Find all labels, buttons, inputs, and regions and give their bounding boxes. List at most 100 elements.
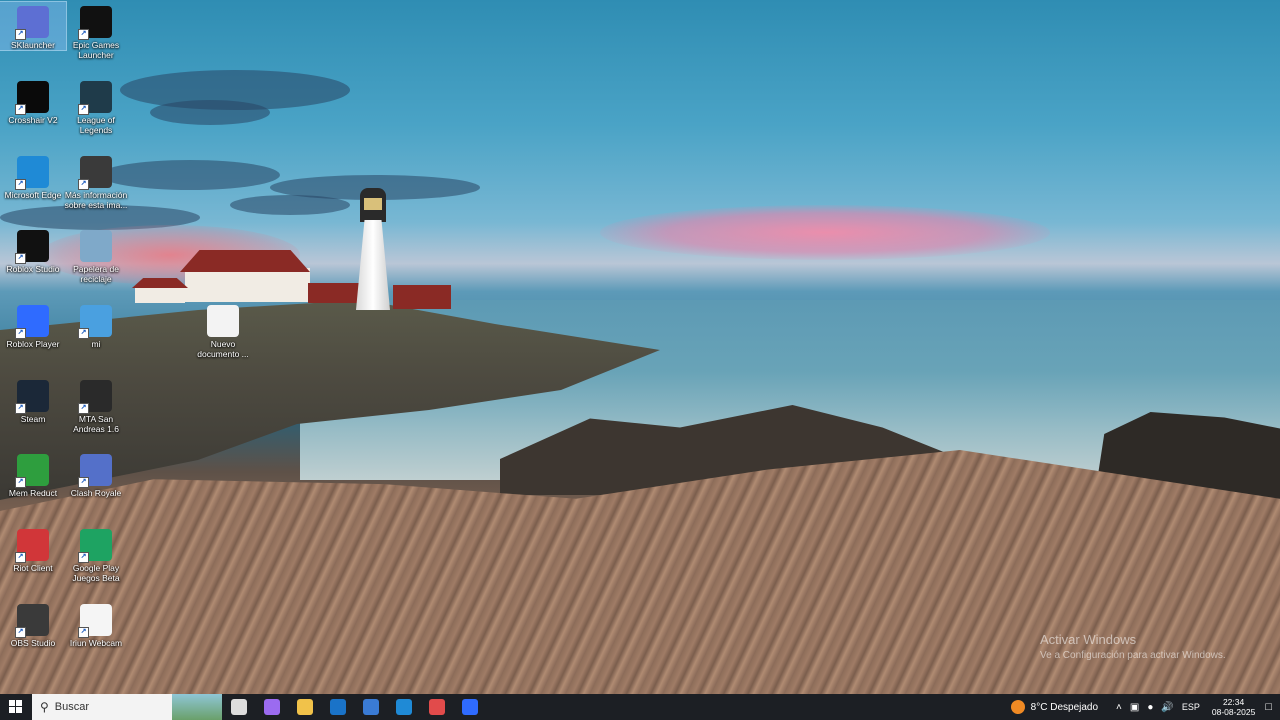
desktop-icon-edge[interactable]: ↗ Microsoft Edge <box>0 152 66 200</box>
mem-reduct-icon: ↗ <box>15 454 49 488</box>
desktop-icon-label: OBS Studio <box>10 638 56 648</box>
language-indicator[interactable]: ESP <box>1182 702 1200 712</box>
clock[interactable]: 22:34 08-08-2025 <box>1212 697 1255 717</box>
shortcut-arrow-icon: ↗ <box>78 477 89 488</box>
search-highlight-image <box>172 694 222 720</box>
shortcut-arrow-icon: ↗ <box>15 328 26 339</box>
network-icon[interactable]: ▣ <box>1130 702 1139 713</box>
taskbar-pinned-apps <box>222 694 486 720</box>
desktop-icon-label: Clash Royale <box>70 488 122 498</box>
desktop-icon-obs-studio[interactable]: ↗ OBS Studio <box>0 600 66 648</box>
desktop-icon-label: Crosshair V2 <box>8 115 58 125</box>
shortcut-arrow-icon: ↗ <box>15 403 26 414</box>
taskbar-copilot-button[interactable] <box>255 694 288 720</box>
weather-text[interactable]: 8°C Despejado <box>1031 702 1098 713</box>
desktop-icon-label: Roblox Player <box>6 339 60 349</box>
desktop-icon-steam[interactable]: ↗ Steam <box>0 376 66 424</box>
shortcut-arrow-icon: ↗ <box>78 29 89 40</box>
activation-watermark: Activar Windows Ve a Configuración para … <box>1040 632 1226 661</box>
desktop-icon-info[interactable]: ↗ Más información sobre esta ima... <box>63 152 129 210</box>
outlook-icon <box>329 699 346 715</box>
windows-icon <box>9 700 22 713</box>
desktop-icon-label: Riot Client <box>13 563 53 573</box>
taskbar: ⚲ Buscar 8°C Despejado ˄ ▣ ● 🔊 ESP 22:34… <box>0 694 1280 720</box>
shortcut-arrow-icon: ↗ <box>15 104 26 115</box>
taskbar-search-box[interactable]: ⚲ Buscar <box>32 694 222 720</box>
microsoft-store-icon <box>362 699 379 715</box>
desktop-icon-roblox-studio[interactable]: ↗ Roblox Studio <box>0 226 66 274</box>
desktop-icon-label: Mem Reduct <box>8 488 58 498</box>
desktop-icon-label: Iriun Webcam <box>69 638 123 648</box>
taskbar-task-view-button[interactable] <box>222 694 255 720</box>
shortcut-arrow-icon: ↗ <box>78 552 89 563</box>
desktop-icon-google-play-games[interactable]: ↗ Google Play Juegos Beta <box>63 525 129 583</box>
shortcut-arrow-icon: ↗ <box>15 29 26 40</box>
info-icon: ↗ <box>78 156 112 190</box>
system-tray: 8°C Despejado ˄ ▣ ● 🔊 ESP 22:34 08-08-20… <box>1010 694 1280 720</box>
notifications-icon[interactable]: □ <box>1265 701 1272 713</box>
mta-icon: ↗ <box>78 380 112 414</box>
desktop-icon-label: Microsoft Edge <box>4 190 62 200</box>
taskbar-edge-button[interactable] <box>387 694 420 720</box>
desktop-icon-league-of-legends[interactable]: ↗ League of Legends <box>63 77 129 135</box>
roblox-player-icon: ↗ <box>15 305 49 339</box>
roblox-icon <box>461 699 478 715</box>
epic-games-icon: ↗ <box>78 6 112 40</box>
edge-icon: ↗ <box>15 156 49 190</box>
shortcut-arrow-icon: ↗ <box>15 627 26 638</box>
shortcut-arrow-icon: ↗ <box>15 552 26 563</box>
desktop-icon-mta[interactable]: ↗ MTA San Andreas 1.6 <box>63 376 129 434</box>
start-button[interactable] <box>0 694 32 720</box>
desktop-icon-mi[interactable]: ↗ mi <box>63 301 129 349</box>
taskbar-outlook-button[interactable] <box>321 694 354 720</box>
weather-icon[interactable] <box>1010 700 1025 714</box>
desktop-icon-label: Epic Games Launcher <box>72 40 120 60</box>
watermark-title: Activar Windows <box>1040 632 1137 647</box>
shortcut-arrow-icon: ↗ <box>78 179 89 190</box>
desktop-icon-sklauncher[interactable]: ↗ SKlauncher <box>0 1 67 51</box>
google-play-games-icon: ↗ <box>78 529 112 563</box>
taskbar-file-explorer-button[interactable] <box>288 694 321 720</box>
roblox-studio-icon: ↗ <box>15 230 49 264</box>
desktop-icon-label: Nuevo documento ... <box>197 339 249 359</box>
desktop-icon-clash-royale[interactable]: ↗ Clash Royale <box>63 450 129 498</box>
desktop-icon-label: MTA San Andreas 1.6 <box>73 414 119 434</box>
taskbar-microsoft-store-button[interactable] <box>354 694 387 720</box>
mi-icon: ↗ <box>78 305 112 339</box>
shortcut-arrow-icon: ↗ <box>15 253 26 264</box>
desktop-icon-mem-reduct[interactable]: ↗ Mem Reduct <box>0 450 66 498</box>
desktop-icon-iriun-webcam[interactable]: ↗ Iriun Webcam <box>63 600 129 648</box>
desktop-icon-riot-client[interactable]: ↗ Riot Client <box>0 525 66 573</box>
shortcut-arrow-icon: ↗ <box>78 403 89 414</box>
clash-royale-icon: ↗ <box>78 454 112 488</box>
obs-studio-icon: ↗ <box>15 604 49 638</box>
shortcut-arrow-icon: ↗ <box>78 104 89 115</box>
text-document-icon <box>207 305 239 337</box>
edge-icon <box>395 699 412 715</box>
desktop-icon-crosshair[interactable]: ↗ Crosshair V2 <box>0 77 66 125</box>
desktop-icon-text-document[interactable]: Nuevo documento ... <box>190 301 256 359</box>
search-placeholder: Buscar <box>54 701 90 713</box>
crosshair-icon: ↗ <box>15 81 49 115</box>
chevron-up-icon[interactable]: ˄ <box>1116 702 1122 713</box>
desktop-icon-recycle-bin[interactable]: Papelera de reciclaje <box>63 226 129 284</box>
copilot-icon <box>263 699 280 715</box>
watermark-subtitle: Ve a Configuración para activar Windows. <box>1040 650 1226 661</box>
clock-time: 22:34 <box>1222 697 1245 707</box>
shortcut-arrow-icon: ↗ <box>78 627 89 638</box>
volume-icon[interactable]: 🔊 <box>1161 702 1173 713</box>
desktop-icon-label: Steam <box>20 414 46 424</box>
desktop-icon-epic-games[interactable]: ↗ Epic Games Launcher <box>63 2 129 60</box>
taskbar-crosshair-button[interactable] <box>420 694 453 720</box>
microphone-icon[interactable]: ● <box>1147 702 1153 713</box>
desktop-icon-label: Roblox Studio <box>6 264 60 274</box>
shortcut-arrow-icon: ↗ <box>15 477 26 488</box>
desktop-icon-roblox-player[interactable]: ↗ Roblox Player <box>0 301 66 349</box>
steam-icon: ↗ <box>15 380 49 414</box>
desktop-icon-label: mi <box>91 339 101 349</box>
desktop-icon-label: SKlauncher <box>11 40 55 50</box>
iriun-webcam-icon: ↗ <box>78 604 112 638</box>
clock-date: 08-08-2025 <box>1211 707 1256 717</box>
shortcut-arrow-icon: ↗ <box>78 328 89 339</box>
taskbar-roblox-button[interactable] <box>453 694 486 720</box>
